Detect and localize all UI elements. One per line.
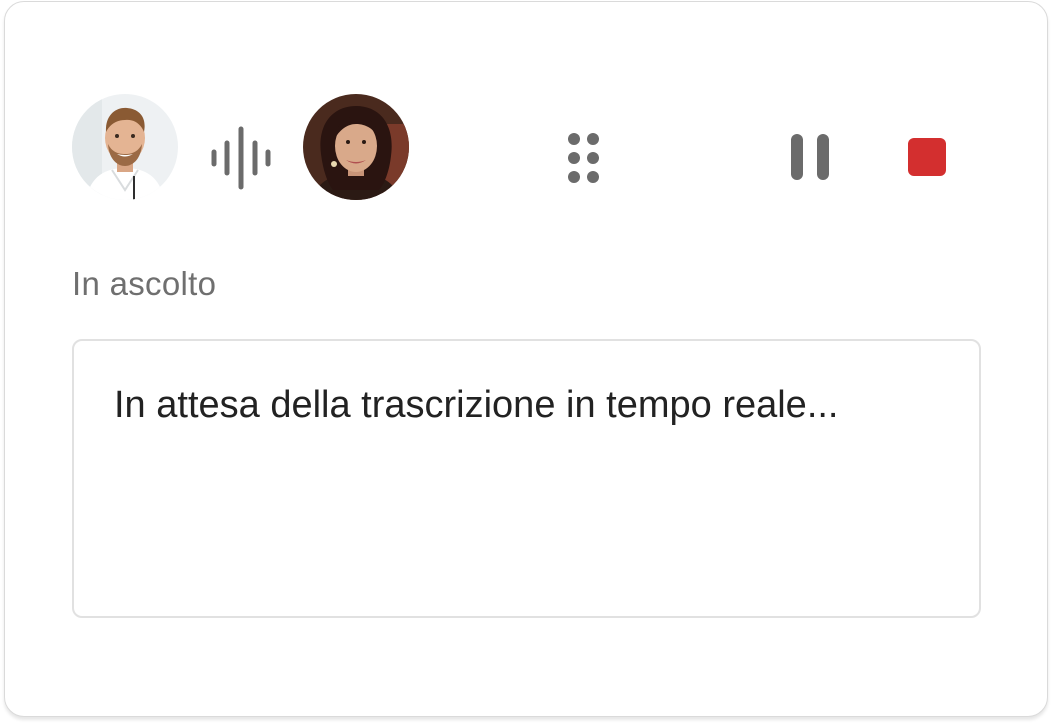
drag-handle-icon[interactable] (565, 131, 605, 187)
transcript-placeholder-text: In attesa della trascrizione in tempo re… (114, 384, 839, 426)
pause-icon (791, 134, 829, 180)
pause-button[interactable] (781, 128, 843, 190)
stop-icon (908, 138, 946, 176)
transcript-box: In attesa della trascrizione in tempo re… (72, 339, 981, 618)
avatar-man-icon (72, 94, 178, 200)
stop-button[interactable] (900, 130, 958, 188)
participant-avatar-woman (303, 94, 409, 200)
avatar-woman-icon (303, 94, 409, 200)
participant-avatar-man (72, 94, 178, 200)
audio-waveform-icon (211, 126, 271, 190)
recording-widget: In ascolto In attesa della trascrizione … (4, 1, 1048, 717)
recording-status-label: In ascolto (72, 265, 217, 302)
